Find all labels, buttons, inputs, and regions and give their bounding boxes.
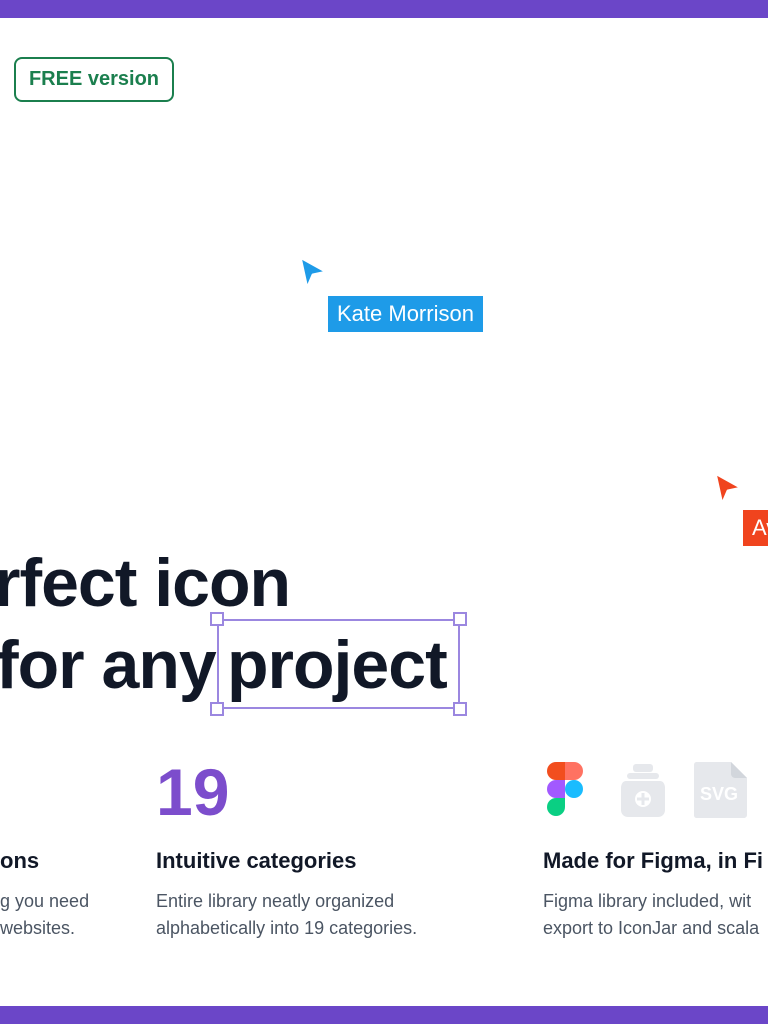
cursor-pointer-icon [298, 255, 329, 291]
feature-description: g you need websites. [0, 891, 90, 938]
categories-count: 19 [156, 755, 230, 829]
cursor-pointer-icon [713, 471, 744, 507]
collaborator-name-tag: Kate Morrison [328, 296, 483, 332]
free-version-badge[interactable]: FREE version [14, 57, 174, 102]
top-accent-bar [0, 0, 768, 18]
feature-title: Intuitive categories [156, 848, 357, 873]
selection-handle [453, 612, 467, 626]
svg-file-icon: SVG [694, 762, 747, 818]
iconjar-icon [621, 764, 665, 817]
feature-title: Made for Figma, in Fi [543, 848, 764, 873]
feature-title: ons [0, 848, 40, 873]
bottom-accent-bar [0, 1006, 768, 1024]
feature-description: Figma library included, wit export to Ic… [543, 891, 760, 938]
figma-icon [547, 762, 583, 816]
collaborator-name-tag: Av [743, 510, 768, 546]
svg-file-label: SVG [700, 784, 738, 804]
hero-headline-line-2-prefix: for any [0, 627, 217, 703]
feature-description: Entire library neatly organized alphabet… [156, 891, 418, 938]
hero-headline-line-1: rfect icon [0, 545, 291, 621]
selection-handle [453, 702, 467, 716]
selection-handle [210, 702, 224, 716]
selection-handle [210, 612, 224, 626]
selection-frame [217, 619, 460, 709]
